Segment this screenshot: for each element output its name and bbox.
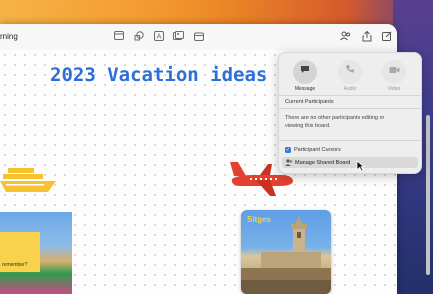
- message-icon: [301, 66, 309, 73]
- shape-icon[interactable]: [133, 31, 144, 41]
- mouse-pointer-icon: [356, 160, 365, 172]
- note-icon[interactable]: [113, 31, 124, 41]
- participant-cursors-checkbox[interactable]: ✓: [285, 147, 291, 153]
- svg-text:A: A: [156, 33, 161, 41]
- text-icon[interactable]: A: [153, 31, 164, 41]
- audio-label: Audio: [343, 86, 357, 92]
- photo-card-sitges[interactable]: Sitges: [241, 210, 331, 294]
- phone-icon: [346, 65, 354, 73]
- collaborate-icon[interactable]: [340, 31, 351, 41]
- vertical-scrollbar[interactable]: [426, 115, 430, 275]
- window-title: rning: [0, 32, 18, 41]
- message-button[interactable]: [293, 60, 317, 84]
- cruise-ship-sticker[interactable]: [0, 168, 58, 192]
- video-button[interactable]: [382, 60, 406, 84]
- participant-cursors-label[interactable]: Participant Cursors: [294, 147, 341, 153]
- no-participants-text-line1: There are no other participants editing …: [285, 115, 385, 121]
- board-heading[interactable]: 2023 Vacation ideas: [50, 64, 267, 86]
- share-icon[interactable]: [361, 30, 372, 42]
- sticky-note-text: remember?: [2, 262, 28, 268]
- audio-button[interactable]: [338, 60, 362, 84]
- popover-divider: [279, 108, 421, 109]
- edit-icon[interactable]: [381, 31, 392, 41]
- toolbar: rning A: [0, 24, 397, 51]
- popover-divider: [279, 140, 421, 141]
- media-icon[interactable]: [173, 31, 184, 41]
- video-icon: [389, 67, 399, 73]
- share-sheet-icon[interactable]: [193, 31, 204, 41]
- participants-heading: Current Participants: [285, 99, 334, 105]
- manage-shared-board-label: Manage Shared Board: [295, 159, 351, 166]
- popover-divider: [279, 95, 421, 96]
- people-icon: [285, 159, 293, 166]
- collaboration-popover: Message Audio Video Current Participants…: [278, 52, 422, 174]
- video-label: Video: [387, 86, 401, 92]
- photo-card-label: Sitges: [247, 215, 272, 224]
- message-label: Message: [294, 86, 316, 92]
- no-participants-text-line2: viewing this board.: [285, 123, 331, 129]
- manage-shared-board-button[interactable]: Manage Shared Board: [282, 157, 418, 168]
